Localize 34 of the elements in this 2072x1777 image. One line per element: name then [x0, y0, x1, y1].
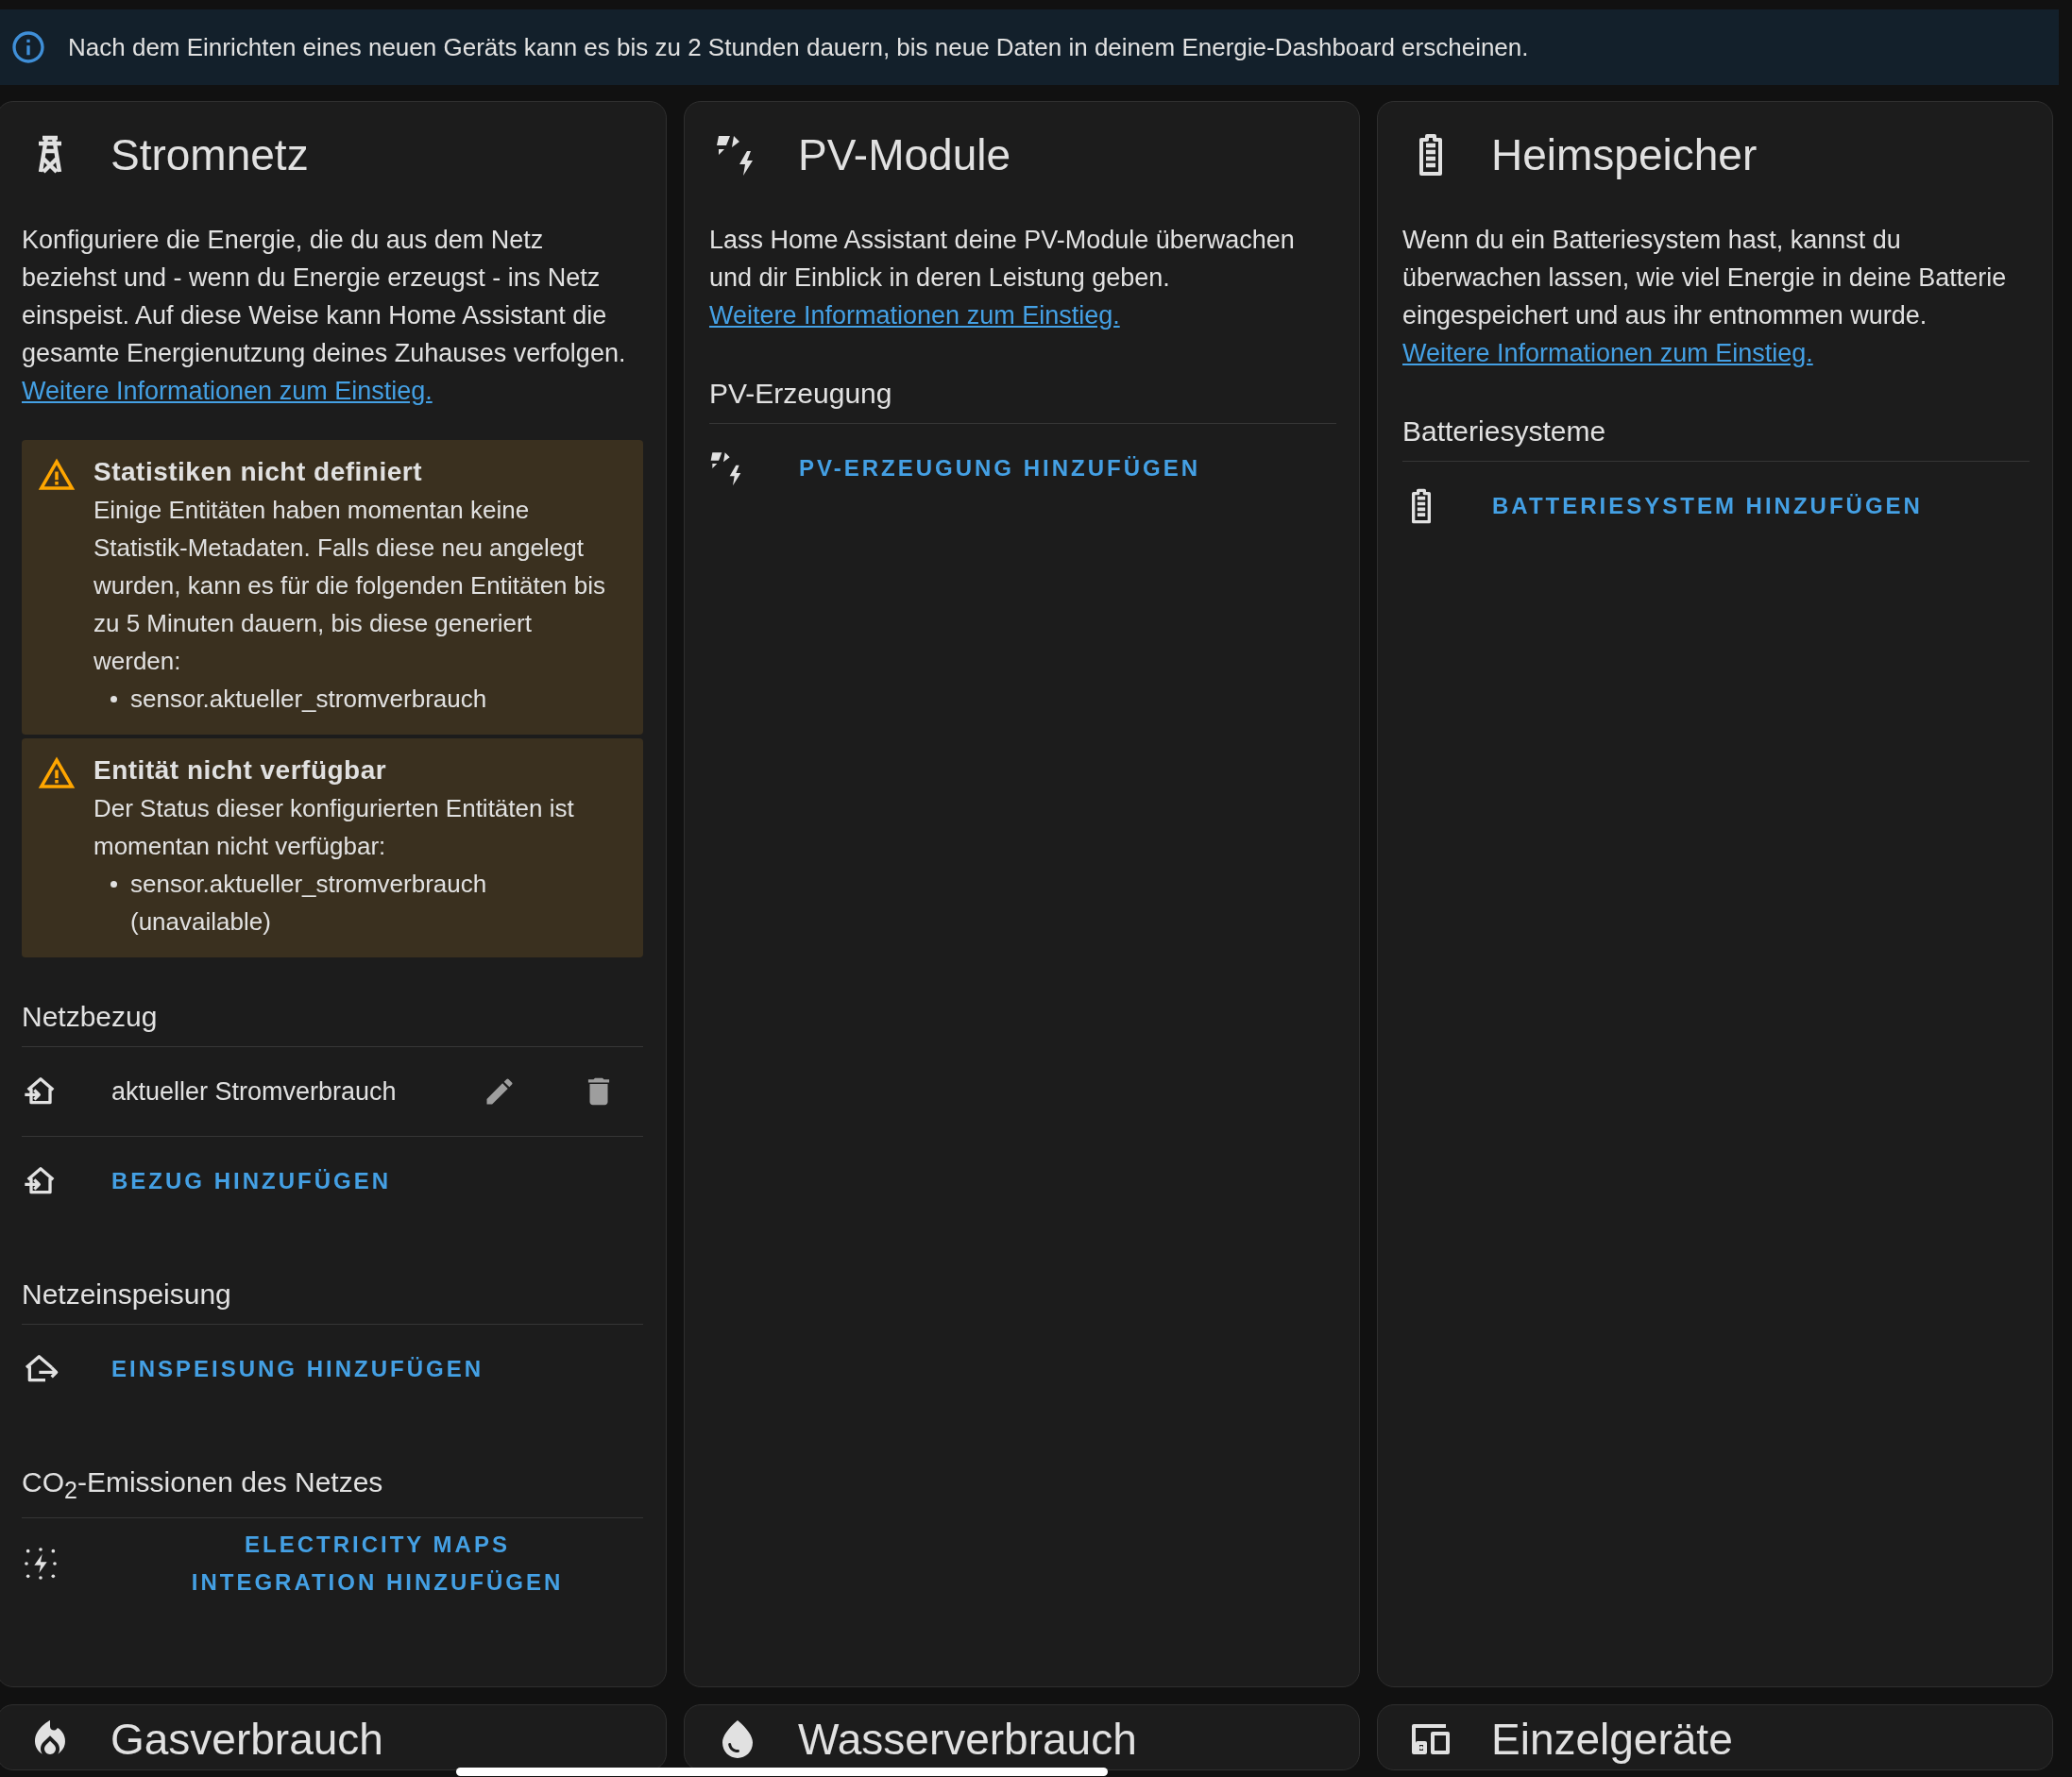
info-icon [9, 28, 47, 66]
section-heading: PV-Erzeugung [709, 378, 1336, 424]
card-description: Wenn du ein Batteriesystem hast, kannst du überwachen lassen, wie viel Energie in deine Batterie eingespeichert und aus ihr entnommen wurde. Weitere Informationen zum Einstieg. [1402, 225, 2008, 369]
bullet-icon [110, 881, 117, 888]
alert-text: Der Status dieser konfigurierten Entitäten ist momentan nicht verfügbar: [93, 793, 575, 862]
card-title: Gasverbrauch [110, 1714, 383, 1765]
alert-title: Entität nicht verfügbar [93, 754, 388, 787]
banner-text: Nach dem Einrichten eines neuen Geräts kann es bis zu 2 Stunden dauern, bis neue Daten in deinem Energie-Dashboard erscheinen. [68, 32, 1529, 62]
section-heading: Netzbezug [22, 1001, 643, 1047]
section-heading: CO$_{2}$-Emissionen des Netzes [22, 1466, 643, 1518]
entity-id: sensor.aktueller_stromverbrauch (unavailable) [130, 869, 488, 938]
card-title: Heimspeicher [1491, 129, 1758, 180]
entity-label: aktueller Stromverbrauch [111, 1076, 398, 1107]
card-description: Lass Home Assistant deine PV-Module überwachen und dir Einblick in deren Leistung geben. Weitere Informationen zum Einstieg. [709, 225, 1296, 331]
entity-id: sensor.aktueller_stromverbrauch [130, 684, 487, 715]
card-description: Konfiguriere die Energie, die du aus dem Netz beziehst und - wenn du Energie erzeugst - ins Netz einspeist. Auf diese Weise kann Home Assistant die gesamte Energienutzung deines Zuhauses verfolgen. Weitere Informationen zum Einstieg. [22, 225, 627, 407]
section-heading: Batteriesysteme [1402, 415, 2030, 462]
add-button[interactable]: EINSPEISUNG HINZUFÜGEN [111, 1343, 484, 1396]
add-button[interactable]: PV-ERZEUGUNG HINZUFÜGEN [799, 442, 1200, 495]
add-button[interactable]: ELECTRICITY MAPS INTEGRATION HINZUFÜGEN [149, 1518, 605, 1609]
card-title: Stromnetz [110, 129, 309, 180]
bullet-icon [110, 696, 117, 702]
card-title: Wasserverbrauch [798, 1714, 1137, 1765]
info-link[interactable]: Weitere Informationen zum Einstieg. [22, 377, 433, 405]
info-link[interactable]: Weitere Informationen zum Einstieg. [1402, 339, 1813, 367]
alert-title: Statistiken nicht definiert [93, 456, 423, 488]
add-button[interactable]: BEZUG HINZUFÜGEN [111, 1155, 391, 1208]
add-button[interactable]: BATTERIESYSTEM HINZUFÜGEN [1492, 480, 1923, 533]
info-link[interactable]: Weitere Informationen zum Einstieg. [709, 301, 1120, 330]
card-title: Einzelgeräte [1491, 1714, 1733, 1765]
dotted-lightning-icon [22, 1545, 59, 1582]
card-title: PV-Module [798, 129, 1011, 180]
section-heading: Netzeinspeisung [22, 1278, 643, 1325]
alert-text: Einige Entitäten haben momentan keine Statistik-Metadaten. Falls diese neu angelegt wurden, kann es für die folgenden Entitäten bis zu 5 Minuten dauern, bis diese generiert werden: [93, 495, 607, 677]
